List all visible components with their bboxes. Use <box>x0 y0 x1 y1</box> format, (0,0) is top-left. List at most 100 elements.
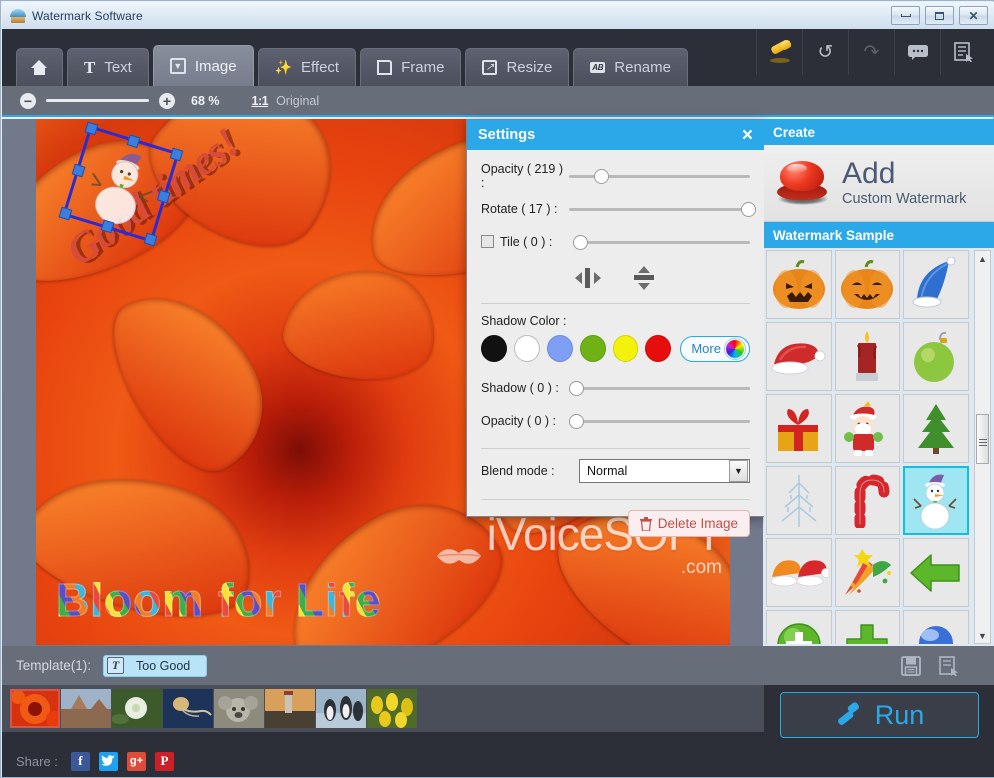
close-button[interactable]: ✕ <box>959 6 988 25</box>
thumb-tulips[interactable] <box>367 689 417 728</box>
zoom-slider[interactable] <box>46 99 149 102</box>
share-bar: Share : f g+ P <box>2 745 994 777</box>
tab-home[interactable] <box>16 48 63 86</box>
delete-image-label: Delete Image <box>657 516 738 531</box>
tab-effect[interactable]: ✨ Effect <box>257 48 357 86</box>
watermark-text-bloom[interactable]: Bloom for Life <box>56 573 382 627</box>
rotate-label: Rotate ( 17 ) : <box>481 201 558 216</box>
tab-text-label: Text <box>104 59 132 76</box>
tab-resize-label: Resize <box>506 59 553 76</box>
original-size-button[interactable]: Original <box>276 94 319 108</box>
tile-label: Tile ( 0 ) : <box>500 234 553 249</box>
flip-vertical-icon[interactable] <box>629 265 659 291</box>
pinterest-icon[interactable]: P <box>154 751 174 771</box>
ab-icon: AB <box>590 62 606 73</box>
zoom-out-icon[interactable]: − <box>20 92 36 109</box>
thumb-white-flower[interactable] <box>112 689 162 728</box>
pumpkin-happy-icon[interactable] <box>834 250 901 319</box>
main-tabs: T Text ▼ Image ✨ Effect Frame ↗ Resize A… <box>16 45 688 86</box>
close-icon[interactable]: × <box>739 126 756 145</box>
shadow-opacity-slider[interactable] <box>569 412 750 430</box>
thumb-jellyfish[interactable] <box>163 689 213 728</box>
pumpkin-scary-icon[interactable] <box>766 250 832 319</box>
swatch-red[interactable] <box>645 335 672 362</box>
tab-rename[interactable]: AB Rename <box>573 48 688 86</box>
blue-sphere-icon[interactable] <box>903 610 969 644</box>
list-select-icon[interactable] <box>940 29 986 75</box>
more-colors-button[interactable]: More <box>680 335 750 362</box>
add-custom-watermark-button[interactable]: Add Custom Watermark <box>764 145 994 222</box>
flip-horizontal-icon[interactable] <box>573 265 603 291</box>
tab-image[interactable]: ▼ Image <box>152 45 254 86</box>
scrollbar-thumb[interactable] <box>976 414 989 464</box>
shadow-slider[interactable] <box>569 379 750 397</box>
save-as-icon[interactable] <box>939 655 959 676</box>
swatch-white[interactable] <box>513 335 540 362</box>
thumb-red-flower[interactable] <box>10 689 60 728</box>
watermark-sample-grid <box>766 250 969 644</box>
comment-icon[interactable] <box>894 29 940 75</box>
minimize-button[interactable] <box>891 6 920 25</box>
gift-box-icon[interactable] <box>766 394 832 463</box>
one-to-one-button[interactable]: 1:1 <box>252 94 269 108</box>
delete-image-button[interactable]: Delete Image <box>627 510 750 537</box>
brand-suffix: .com <box>680 557 722 578</box>
fireworks-icon[interactable] <box>834 538 901 607</box>
christmas-tree-icon[interactable] <box>903 394 969 463</box>
stamp-icon[interactable] <box>756 29 802 75</box>
green-ornament-icon[interactable] <box>903 322 969 391</box>
green-cross-icon[interactable] <box>834 610 901 644</box>
facebook-icon[interactable]: f <box>70 751 90 771</box>
tile-slider[interactable] <box>573 233 750 251</box>
template-chip[interactable]: T Too Good <box>103 654 208 677</box>
googleplus-icon[interactable]: g+ <box>126 751 146 771</box>
settings-dialog-body: Opacity ( 219 ) : Rotate ( 17 ) : Tile (… <box>467 150 764 537</box>
swatch-yellow[interactable] <box>612 335 639 362</box>
snow-tree-outline-icon[interactable] <box>766 466 832 535</box>
candle-icon[interactable] <box>834 322 901 391</box>
scroll-up-arrow[interactable]: ▲ <box>975 251 990 266</box>
tab-frame[interactable]: Frame <box>360 48 462 86</box>
opacity-slider[interactable] <box>569 167 750 185</box>
sample-scrollbar[interactable]: ▲ ▼ <box>974 250 991 644</box>
swatch-green[interactable] <box>579 335 606 362</box>
text-t-icon: T <box>84 57 96 77</box>
opacity-row: Opacity ( 219 ) : <box>481 162 750 190</box>
green-plus-circle-icon[interactable] <box>766 610 832 644</box>
redo-icon[interactable]: ↷ <box>848 29 894 75</box>
tab-strip: T Text ▼ Image ✨ Effect Frame ↗ Resize A… <box>2 29 994 86</box>
zoom-in-icon[interactable]: + <box>159 92 175 109</box>
maximize-button[interactable] <box>925 6 954 25</box>
run-button[interactable]: Run <box>780 692 979 738</box>
save-icon[interactable] <box>901 655 921 676</box>
santa-claus-icon[interactable] <box>834 394 901 463</box>
template-actions <box>764 646 994 685</box>
watermark-sample-header: Watermark Sample <box>764 222 994 248</box>
red-santa-hat-icon[interactable] <box>766 322 832 391</box>
thumb-penguins[interactable] <box>316 689 366 728</box>
tab-resize[interactable]: ↗ Resize <box>465 48 570 86</box>
image-filmstrip[interactable] <box>2 685 764 732</box>
green-arrow-left-icon[interactable] <box>903 538 969 607</box>
tile-checkbox[interactable] <box>481 235 494 248</box>
candy-cane-icon[interactable] <box>834 466 901 535</box>
two-santa-hats-icon[interactable] <box>766 538 832 607</box>
thumb-desert[interactable] <box>61 689 111 728</box>
thumb-koala[interactable] <box>214 689 264 728</box>
window-controls: ✕ <box>891 6 988 25</box>
image-icon: ▼ <box>169 58 186 74</box>
blend-mode-select[interactable]: Normal ▼ <box>579 459 750 483</box>
twitter-icon[interactable] <box>98 751 118 771</box>
rotate-slider[interactable] <box>569 200 756 218</box>
shadow-opacity-label: Opacity ( 0 ) : <box>481 413 557 428</box>
swatch-black[interactable] <box>481 335 507 362</box>
swatch-blue[interactable] <box>546 335 573 362</box>
tab-text[interactable]: T Text <box>67 48 149 86</box>
thumb-lighthouse[interactable] <box>265 689 315 728</box>
zoom-toolbar: − + 68 % 1:1 Original <box>2 86 994 117</box>
scroll-down-arrow[interactable]: ▼ <box>975 628 990 643</box>
blue-santa-hat-icon[interactable] <box>903 250 969 319</box>
shadow-color-label: Shadow Color : <box>481 314 567 328</box>
undo-icon[interactable]: ↺ <box>802 29 848 75</box>
snowman-icon[interactable] <box>903 466 969 535</box>
